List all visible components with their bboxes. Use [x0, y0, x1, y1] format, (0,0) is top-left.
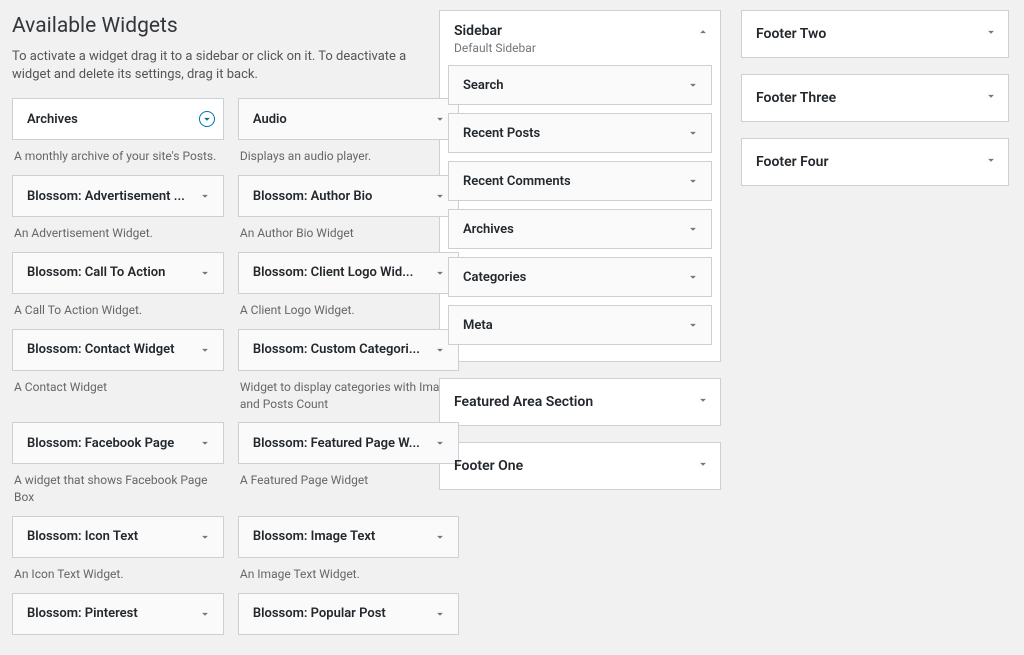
available-widget-description: Widget to display categories with Image …	[238, 371, 459, 413]
chevron-down-icon[interactable]	[195, 186, 215, 206]
chevron-down-icon[interactable]	[984, 89, 998, 107]
sidebar-widget[interactable]: Categories	[448, 257, 712, 297]
available-widget-title: Blossom: Facebook Page	[27, 436, 174, 451]
widget-area-header[interactable]: Footer Four	[742, 139, 1008, 185]
chevron-down-icon[interactable]	[683, 171, 703, 191]
widget-area-header[interactable]: Featured Area Section	[440, 379, 720, 425]
widget-area: Footer Four	[741, 138, 1009, 186]
sidebar-widget-title: Meta	[463, 318, 493, 333]
sidebar-widget-title: Search	[463, 78, 504, 93]
widget-area-title: Footer Four	[756, 154, 970, 170]
chevron-down-icon[interactable]	[199, 111, 215, 127]
chevron-down-icon[interactable]	[430, 186, 450, 206]
chevron-down-icon[interactable]	[430, 527, 450, 547]
widget-area-title: Footer Three	[756, 90, 970, 106]
available-widget[interactable]: Blossom: Custom Categori...	[238, 329, 459, 371]
widget-area-sidebar-title: Sidebar	[454, 23, 682, 39]
sidebar-widget[interactable]: Archives	[448, 209, 712, 249]
widget-area: Footer Three	[741, 74, 1009, 122]
chevron-down-icon[interactable]	[195, 604, 215, 624]
available-widget-title: Blossom: Custom Categori...	[253, 342, 420, 357]
available-widget-description: A Client Logo Widget.	[238, 294, 459, 319]
chevron-down-icon[interactable]	[984, 153, 998, 171]
chevron-down-icon[interactable]	[430, 340, 450, 360]
available-widget-description: A widget that shows Facebook Page Box	[12, 464, 224, 506]
available-widget[interactable]: Blossom: Facebook Page	[12, 422, 224, 464]
chevron-down-icon[interactable]	[430, 263, 450, 283]
widget-area-sidebar-subtitle: Default Sidebar	[454, 41, 682, 55]
available-widget-description: An Advertisement Widget.	[12, 217, 224, 242]
available-widget-description: An Icon Text Widget.	[12, 558, 224, 583]
chevron-down-icon[interactable]	[683, 219, 703, 239]
widget-area-header[interactable]: Footer Two	[742, 11, 1008, 57]
widget-area: Footer Two	[741, 10, 1009, 58]
available-widget-description: A Contact Widget	[12, 371, 224, 396]
available-widget-title: Blossom: Client Logo Wid...	[253, 265, 413, 280]
chevron-down-icon[interactable]	[683, 75, 703, 95]
chevron-down-icon[interactable]	[683, 267, 703, 287]
chevron-down-icon[interactable]	[696, 457, 710, 475]
available-widget-description: An Image Text Widget.	[238, 558, 459, 583]
available-widget-description: A Call To Action Widget.	[12, 294, 224, 319]
available-widget[interactable]: Blossom: Call To Action	[12, 252, 224, 294]
available-widget[interactable]: Archives	[12, 98, 224, 140]
widget-area: Featured Area Section	[439, 378, 721, 426]
available-widget-title: Blossom: Featured Page W...	[253, 436, 420, 451]
available-widget-title: Blossom: Pinterest	[27, 606, 138, 621]
available-widget[interactable]: Audio	[238, 98, 459, 140]
available-widget[interactable]: Blossom: Client Logo Wid...	[238, 252, 459, 294]
widget-area-title: Footer One	[454, 458, 682, 474]
sidebar-widget-title: Recent Comments	[463, 174, 571, 189]
chevron-down-icon[interactable]	[683, 315, 703, 335]
available-widget[interactable]: Blossom: Featured Page W...	[238, 422, 459, 464]
available-widget-title: Blossom: Contact Widget	[27, 342, 175, 357]
widget-area-header[interactable]: Footer Three	[742, 75, 1008, 121]
available-widgets-heading: Available Widgets	[12, 10, 419, 42]
available-widget-description: Displays an audio player.	[238, 140, 459, 165]
sidebar-widget[interactable]: Recent Comments	[448, 161, 712, 201]
sidebar-widget-title: Recent Posts	[463, 126, 540, 141]
widget-area-title: Featured Area Section	[454, 394, 682, 410]
available-widget[interactable]: Blossom: Contact Widget	[12, 329, 224, 371]
widget-area: Footer One	[439, 442, 721, 490]
available-widget[interactable]: Blossom: Popular Post	[238, 593, 459, 635]
available-widget-title: Blossom: Call To Action	[27, 265, 165, 280]
available-widget[interactable]: Blossom: Advertisement ...	[12, 175, 224, 217]
widget-area-sidebar-header[interactable]: Sidebar Default Sidebar	[440, 11, 720, 65]
chevron-down-icon[interactable]	[683, 123, 703, 143]
sidebar-widget[interactable]: Search	[448, 65, 712, 105]
available-widget-description: A Featured Page Widget	[238, 464, 459, 489]
available-widget-description: A monthly archive of your site's Posts.	[12, 140, 224, 165]
available-widget-title: Blossom: Advertisement ...	[27, 189, 185, 204]
available-widget[interactable]: Blossom: Author Bio	[238, 175, 459, 217]
sidebar-widget-title: Categories	[463, 270, 526, 285]
chevron-down-icon[interactable]	[195, 433, 215, 453]
chevron-down-icon[interactable]	[430, 604, 450, 624]
sidebar-widget[interactable]: Recent Posts	[448, 113, 712, 153]
available-widget[interactable]: Blossom: Image Text	[238, 516, 459, 558]
chevron-up-icon[interactable]	[696, 25, 710, 43]
available-widget-description: An Author Bio Widget	[238, 217, 459, 242]
widget-area-sidebar: Sidebar Default Sidebar Search Recent Pos…	[439, 10, 721, 362]
available-widget-title: Blossom: Popular Post	[253, 606, 386, 621]
chevron-down-icon[interactable]	[195, 340, 215, 360]
sidebar-widget-title: Archives	[463, 222, 514, 237]
chevron-down-icon[interactable]	[195, 527, 215, 547]
available-widget[interactable]: Blossom: Icon Text	[12, 516, 224, 558]
chevron-down-icon[interactable]	[696, 393, 710, 411]
widget-area-title: Footer Two	[756, 26, 970, 42]
chevron-down-icon[interactable]	[195, 263, 215, 283]
available-widget[interactable]: Blossom: Pinterest	[12, 593, 224, 635]
available-widgets-description: To activate a widget drag it to a sideba…	[12, 48, 419, 84]
available-widget-title: Audio	[253, 112, 287, 127]
chevron-down-icon[interactable]	[430, 109, 450, 129]
chevron-down-icon[interactable]	[984, 25, 998, 43]
widget-area-header[interactable]: Footer One	[440, 443, 720, 489]
available-widget-title: Archives	[27, 112, 78, 127]
sidebar-widget[interactable]: Meta	[448, 305, 712, 345]
available-widget-title: Blossom: Author Bio	[253, 189, 373, 204]
